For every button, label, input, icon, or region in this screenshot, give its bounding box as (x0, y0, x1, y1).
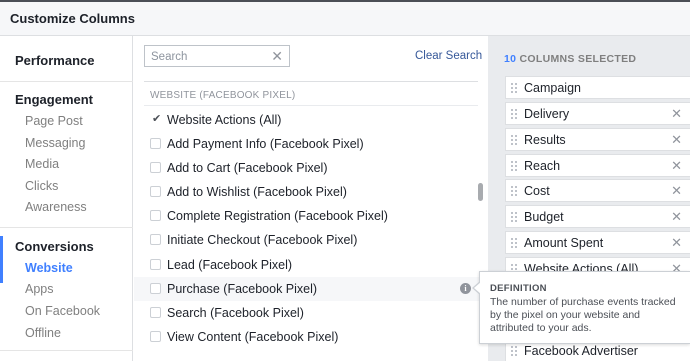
column-options-panel: ✕ Clear Search WEBSITE (FACEBOOK PIXEL) … (134, 36, 488, 361)
sidebar-item-media[interactable]: Media (25, 157, 59, 171)
column-label: Results (524, 133, 566, 147)
option-row[interactable]: Search (Facebook Pixel) (134, 301, 488, 325)
option-row[interactable]: Add Payment Info (Facebook Pixel) (134, 132, 488, 156)
checkbox[interactable]: ✔ (150, 113, 162, 125)
dialog-header: Customize Columns (0, 0, 690, 36)
definition-tooltip: DEFINITION The number of purchase events… (472, 271, 690, 344)
option-row[interactable]: ✔ Website Actions (All) (134, 108, 488, 132)
selected-column-item[interactable]: Results ✕ (505, 128, 690, 151)
checkbox[interactable] (150, 234, 161, 245)
column-label: Delivery (524, 107, 570, 121)
selected-heading-text: COLUMNS SELECTED (519, 53, 637, 65)
search-input[interactable] (151, 49, 269, 64)
dialog-title: Customize Columns (10, 11, 135, 26)
column-label: Campaign (524, 81, 581, 95)
selected-count: 10 (504, 53, 517, 65)
remove-icon[interactable]: ✕ (671, 132, 682, 148)
sidebar-item-on-facebook[interactable]: On Facebook (25, 304, 100, 318)
search-box[interactable]: ✕ (144, 45, 290, 67)
checkbox[interactable] (150, 210, 161, 221)
sidebar-group-engagement[interactable]: Engagement (15, 92, 93, 107)
checkbox[interactable] (150, 331, 161, 342)
option-row[interactable]: Add to Cart (Facebook Pixel) (134, 156, 488, 180)
category-sidebar: Performance Engagement Page Post Messagi… (0, 36, 133, 361)
option-row[interactable]: Purchase (Facebook Pixel) i (134, 277, 488, 301)
sidebar-item-messaging[interactable]: Messaging (25, 136, 85, 150)
tooltip-text: The number of purchase events tracked by… (490, 296, 676, 334)
option-label: Add Payment Info (Facebook Pixel) (167, 137, 364, 151)
option-label: Purchase (Facebook Pixel) (167, 282, 318, 296)
tooltip-title: DEFINITION (490, 283, 547, 294)
drag-handle-icon[interactable] (511, 109, 517, 120)
sidebar-item-clicks[interactable]: Clicks (25, 179, 58, 193)
sidebar-item-offline[interactable]: Offline (25, 326, 61, 340)
column-label: Budget (524, 210, 564, 224)
remove-icon[interactable]: ✕ (671, 183, 682, 199)
drag-handle-icon[interactable] (511, 212, 517, 223)
selected-column-item[interactable]: Amount Spent ✕ (505, 231, 690, 254)
selected-column-item[interactable]: Campaign (505, 76, 690, 99)
sidebar-divider (0, 350, 133, 351)
column-label: Reach (524, 159, 561, 173)
sidebar-item-page-post[interactable]: Page Post (25, 114, 83, 128)
option-label: Add to Wishlist (Facebook Pixel) (167, 185, 347, 199)
sidebar-group-performance[interactable]: Performance (15, 53, 94, 68)
option-label: Initiate Checkout (Facebook Pixel) (167, 233, 358, 247)
remove-icon[interactable]: ✕ (671, 106, 682, 122)
column-label: Amount Spent (524, 236, 604, 250)
drag-handle-icon[interactable] (511, 346, 517, 357)
checkbox[interactable] (150, 162, 161, 173)
selected-column-item[interactable]: Budget ✕ (505, 205, 690, 228)
columns-selected-heading: 10 COLUMNS SELECTED (504, 53, 636, 65)
sidebar-divider (0, 227, 133, 228)
checkbox[interactable] (150, 307, 161, 318)
option-row[interactable]: Initiate Checkout (Facebook Pixel) (134, 228, 488, 252)
option-row[interactable]: Complete Registration (Facebook Pixel) (134, 204, 488, 228)
option-label: View Content (Facebook Pixel) (167, 330, 339, 344)
option-label: Add to Cart (Facebook Pixel) (167, 161, 328, 175)
column-label: Cost (524, 184, 550, 198)
option-label: Website Actions (All) (167, 113, 282, 127)
scrollbar-thumb[interactable] (478, 183, 483, 201)
divider (144, 105, 478, 106)
selected-column-item[interactable]: Delivery ✕ (505, 102, 690, 125)
checkmark-icon: ✔ (152, 113, 162, 125)
column-label: Facebook Advertiser (524, 344, 638, 358)
active-section-indicator (0, 236, 3, 283)
selected-column-item[interactable]: Reach ✕ (505, 154, 690, 177)
drag-handle-icon[interactable] (511, 186, 517, 197)
sidebar-item-website[interactable]: Website (25, 261, 73, 275)
clear-icon[interactable]: ✕ (271, 48, 283, 65)
checkbox[interactable] (150, 259, 161, 270)
option-row[interactable]: View Content (Facebook Pixel) (134, 325, 488, 349)
divider (144, 81, 478, 82)
clear-search-link[interactable]: Clear Search (415, 50, 482, 62)
tooltip-arrow (474, 282, 481, 294)
sidebar-item-apps[interactable]: Apps (25, 282, 54, 296)
info-icon[interactable]: i (460, 283, 471, 294)
sidebar-divider (0, 81, 133, 82)
option-row[interactable]: Lead (Facebook Pixel) (134, 253, 488, 277)
drag-handle-icon[interactable] (511, 238, 517, 249)
selected-column-item[interactable]: Cost ✕ (505, 179, 690, 202)
drag-handle-icon[interactable] (511, 83, 517, 94)
option-label: Complete Registration (Facebook Pixel) (167, 209, 388, 223)
option-label: Search (Facebook Pixel) (167, 306, 304, 320)
remove-icon[interactable]: ✕ (671, 209, 682, 225)
sidebar-item-awareness[interactable]: Awareness (25, 200, 87, 214)
checkbox[interactable] (150, 138, 161, 149)
section-heading: WEBSITE (FACEBOOK PIXEL) (150, 90, 296, 101)
checkbox[interactable] (150, 283, 161, 294)
option-label: Lead (Facebook Pixel) (167, 258, 293, 272)
remove-icon[interactable]: ✕ (671, 158, 682, 174)
drag-handle-icon[interactable] (511, 135, 517, 146)
drag-handle-icon[interactable] (511, 161, 517, 172)
option-row[interactable]: Add to Wishlist (Facebook Pixel) (134, 180, 488, 204)
remove-icon[interactable]: ✕ (671, 235, 682, 251)
checkbox[interactable] (150, 186, 161, 197)
sidebar-group-conversions[interactable]: Conversions (15, 239, 94, 254)
